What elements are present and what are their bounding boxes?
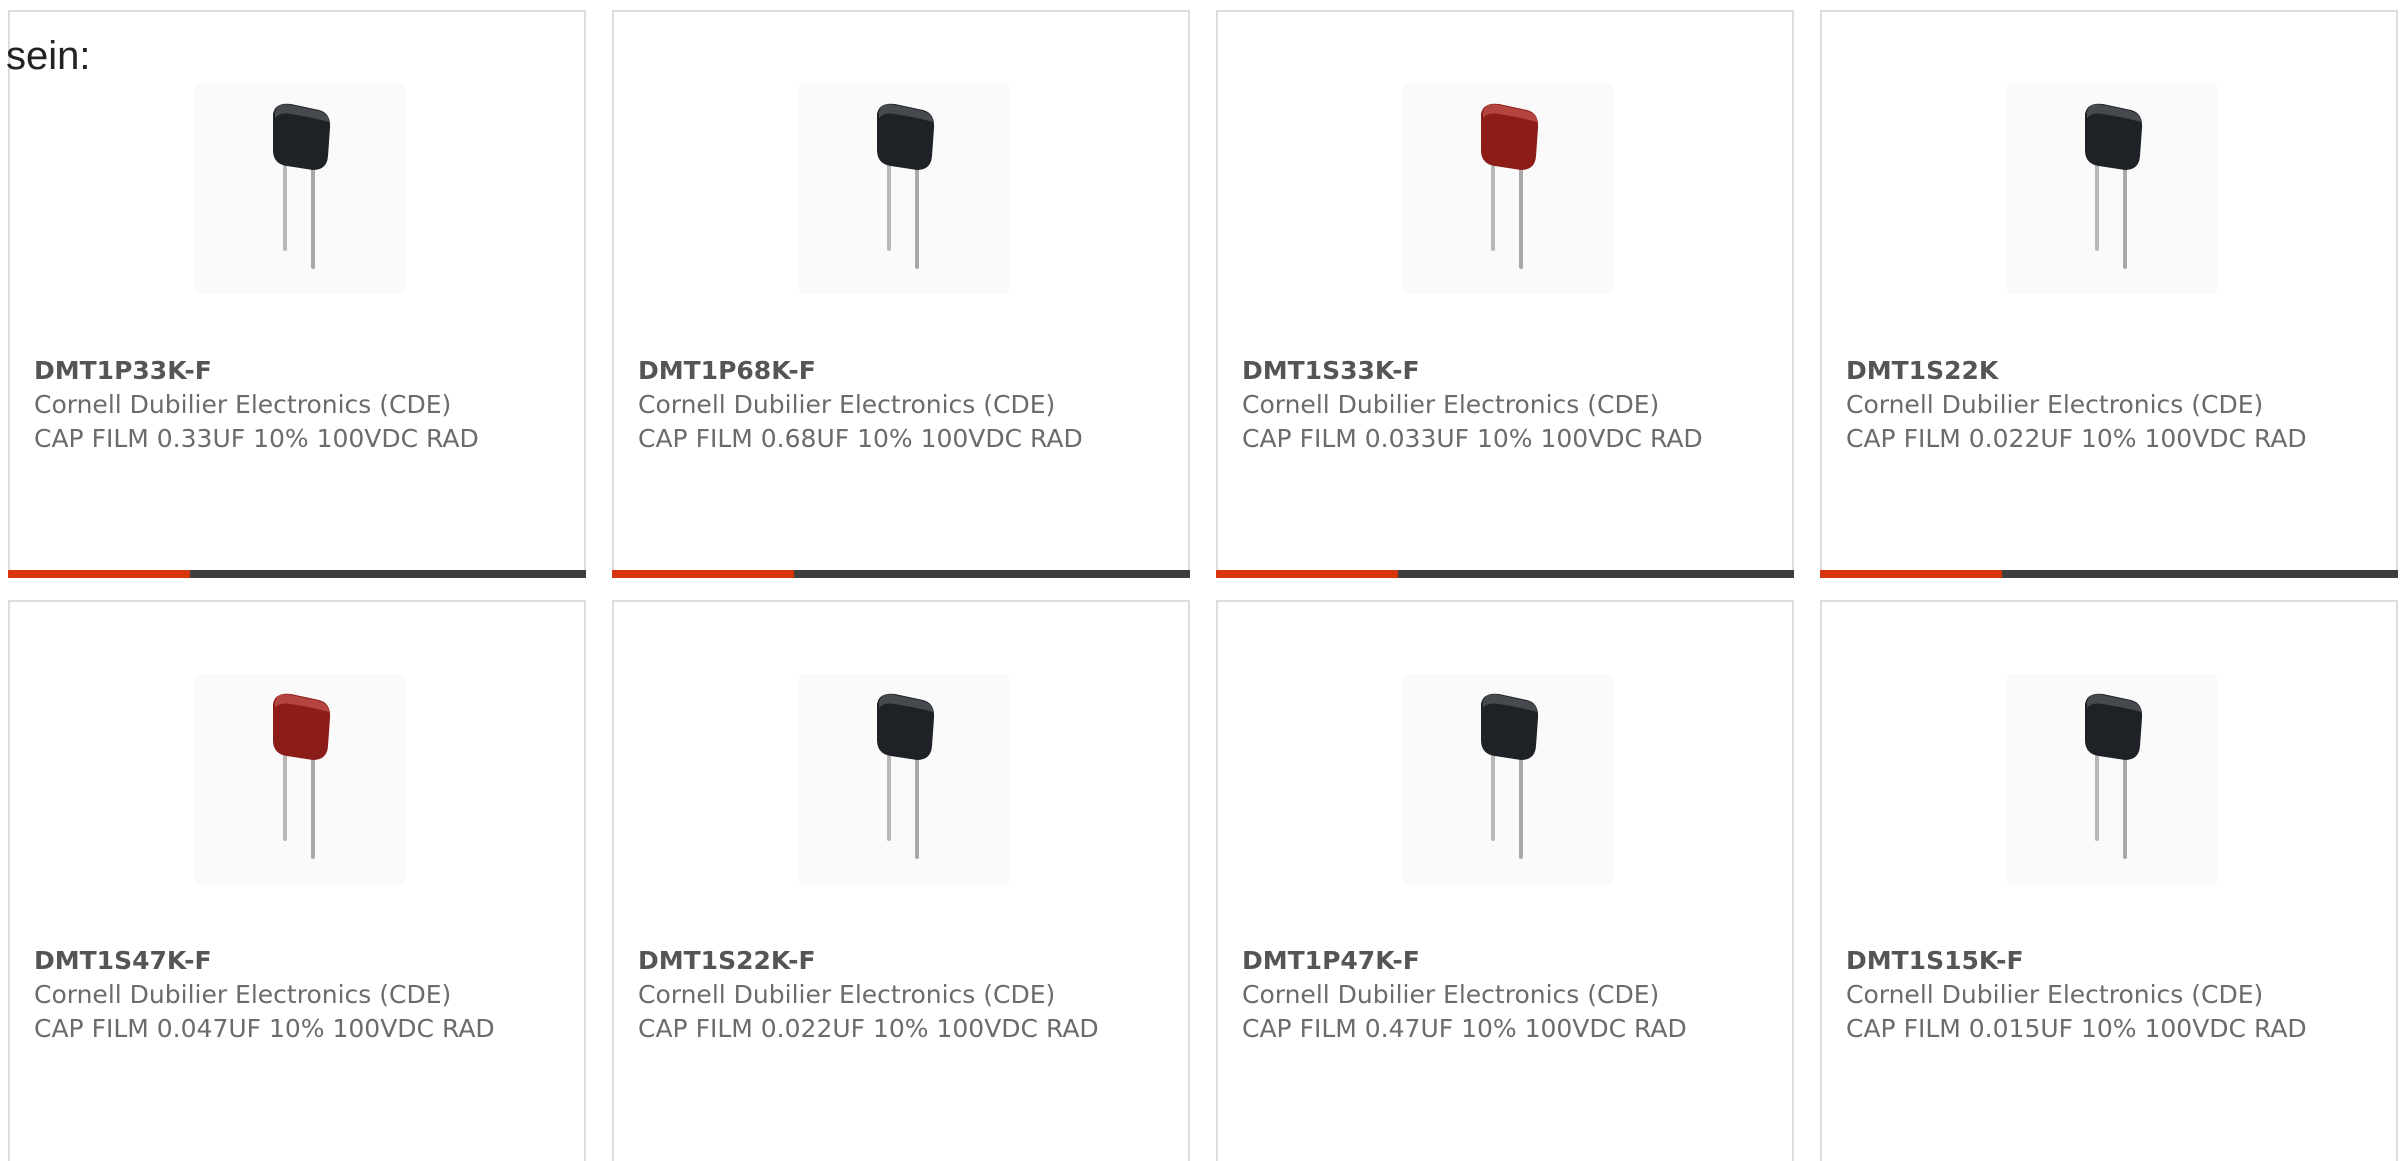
capacitor-black-icon bbox=[877, 693, 935, 859]
page: sein: DMT1P33K-F Cornell Dubilier Electr… bbox=[0, 0, 2400, 1161]
product-image bbox=[195, 674, 405, 884]
product-image bbox=[2007, 84, 2217, 294]
capacitor-black-icon bbox=[2085, 103, 2143, 269]
capacitor-red-icon bbox=[273, 693, 331, 859]
capacitor-red-icon bbox=[1481, 103, 1539, 269]
progress-bar-fill bbox=[8, 570, 191, 578]
progress-bar bbox=[1820, 570, 2398, 578]
part-number: DMT1S22K-F bbox=[638, 946, 816, 975]
product-description: CAP FILM 0.033UF 10% 100VDC RAD bbox=[1242, 424, 1703, 453]
capacitor-black-icon bbox=[273, 103, 331, 269]
product-card[interactable]: DMT1S33K-F Cornell Dubilier Electronics … bbox=[1216, 10, 1794, 578]
manufacturer: Cornell Dubilier Electronics (CDE) bbox=[638, 390, 1056, 419]
intro-text: sein: bbox=[6, 34, 91, 78]
product-card[interactable]: DMT1P68K-F Cornell Dubilier Electronics … bbox=[612, 10, 1190, 578]
product-image bbox=[2007, 674, 2217, 884]
product-description: CAP FILM 0.015UF 10% 100VDC RAD bbox=[1846, 1014, 2307, 1043]
part-number: DMT1P68K-F bbox=[638, 356, 816, 385]
product-card[interactable]: DMT1S22K Cornell Dubilier Electronics (C… bbox=[1820, 10, 2398, 578]
product-description: CAP FILM 0.33UF 10% 100VDC RAD bbox=[34, 424, 479, 453]
product-card[interactable]: DMT1S47K-F Cornell Dubilier Electronics … bbox=[8, 600, 586, 1161]
part-number: DMT1S33K-F bbox=[1242, 356, 1420, 385]
manufacturer: Cornell Dubilier Electronics (CDE) bbox=[34, 390, 452, 419]
product-card[interactable]: DMT1P47K-F Cornell Dubilier Electronics … bbox=[1216, 600, 1794, 1161]
manufacturer: Cornell Dubilier Electronics (CDE) bbox=[1242, 980, 1660, 1009]
part-number: DMT1P47K-F bbox=[1242, 946, 1420, 975]
manufacturer: Cornell Dubilier Electronics (CDE) bbox=[34, 980, 452, 1009]
part-number: DMT1S15K-F bbox=[1846, 946, 2024, 975]
capacitor-black-icon bbox=[2085, 693, 2143, 859]
product-card[interactable]: DMT1P33K-F Cornell Dubilier Electronics … bbox=[8, 10, 586, 578]
capacitor-black-icon bbox=[1481, 693, 1539, 859]
manufacturer: Cornell Dubilier Electronics (CDE) bbox=[1242, 390, 1660, 419]
capacitor-black-icon bbox=[877, 103, 935, 269]
product-description: CAP FILM 0.68UF 10% 100VDC RAD bbox=[638, 424, 1083, 453]
progress-bar bbox=[8, 570, 586, 578]
progress-bar bbox=[1216, 570, 1794, 578]
product-image bbox=[799, 674, 1009, 884]
manufacturer: Cornell Dubilier Electronics (CDE) bbox=[1846, 980, 2264, 1009]
product-card[interactable]: DMT1S15K-F Cornell Dubilier Electronics … bbox=[1820, 600, 2398, 1161]
product-description: CAP FILM 0.022UF 10% 100VDC RAD bbox=[1846, 424, 2307, 453]
progress-bar-fill bbox=[1216, 570, 1399, 578]
manufacturer: Cornell Dubilier Electronics (CDE) bbox=[638, 980, 1056, 1009]
progress-bar-fill bbox=[612, 570, 795, 578]
product-image bbox=[1403, 84, 1613, 294]
product-image bbox=[195, 84, 405, 294]
product-card[interactable]: DMT1S22K-F Cornell Dubilier Electronics … bbox=[612, 600, 1190, 1161]
product-description: CAP FILM 0.47UF 10% 100VDC RAD bbox=[1242, 1014, 1687, 1043]
part-number: DMT1P33K-F bbox=[34, 356, 212, 385]
manufacturer: Cornell Dubilier Electronics (CDE) bbox=[1846, 390, 2264, 419]
part-number: DMT1S47K-F bbox=[34, 946, 212, 975]
progress-bar-fill bbox=[1820, 570, 2003, 578]
product-description: CAP FILM 0.047UF 10% 100VDC RAD bbox=[34, 1014, 495, 1043]
product-description: CAP FILM 0.022UF 10% 100VDC RAD bbox=[638, 1014, 1099, 1043]
product-image bbox=[1403, 674, 1613, 884]
progress-bar bbox=[612, 570, 1190, 578]
part-number: DMT1S22K bbox=[1846, 356, 1999, 385]
product-image bbox=[799, 84, 1009, 294]
